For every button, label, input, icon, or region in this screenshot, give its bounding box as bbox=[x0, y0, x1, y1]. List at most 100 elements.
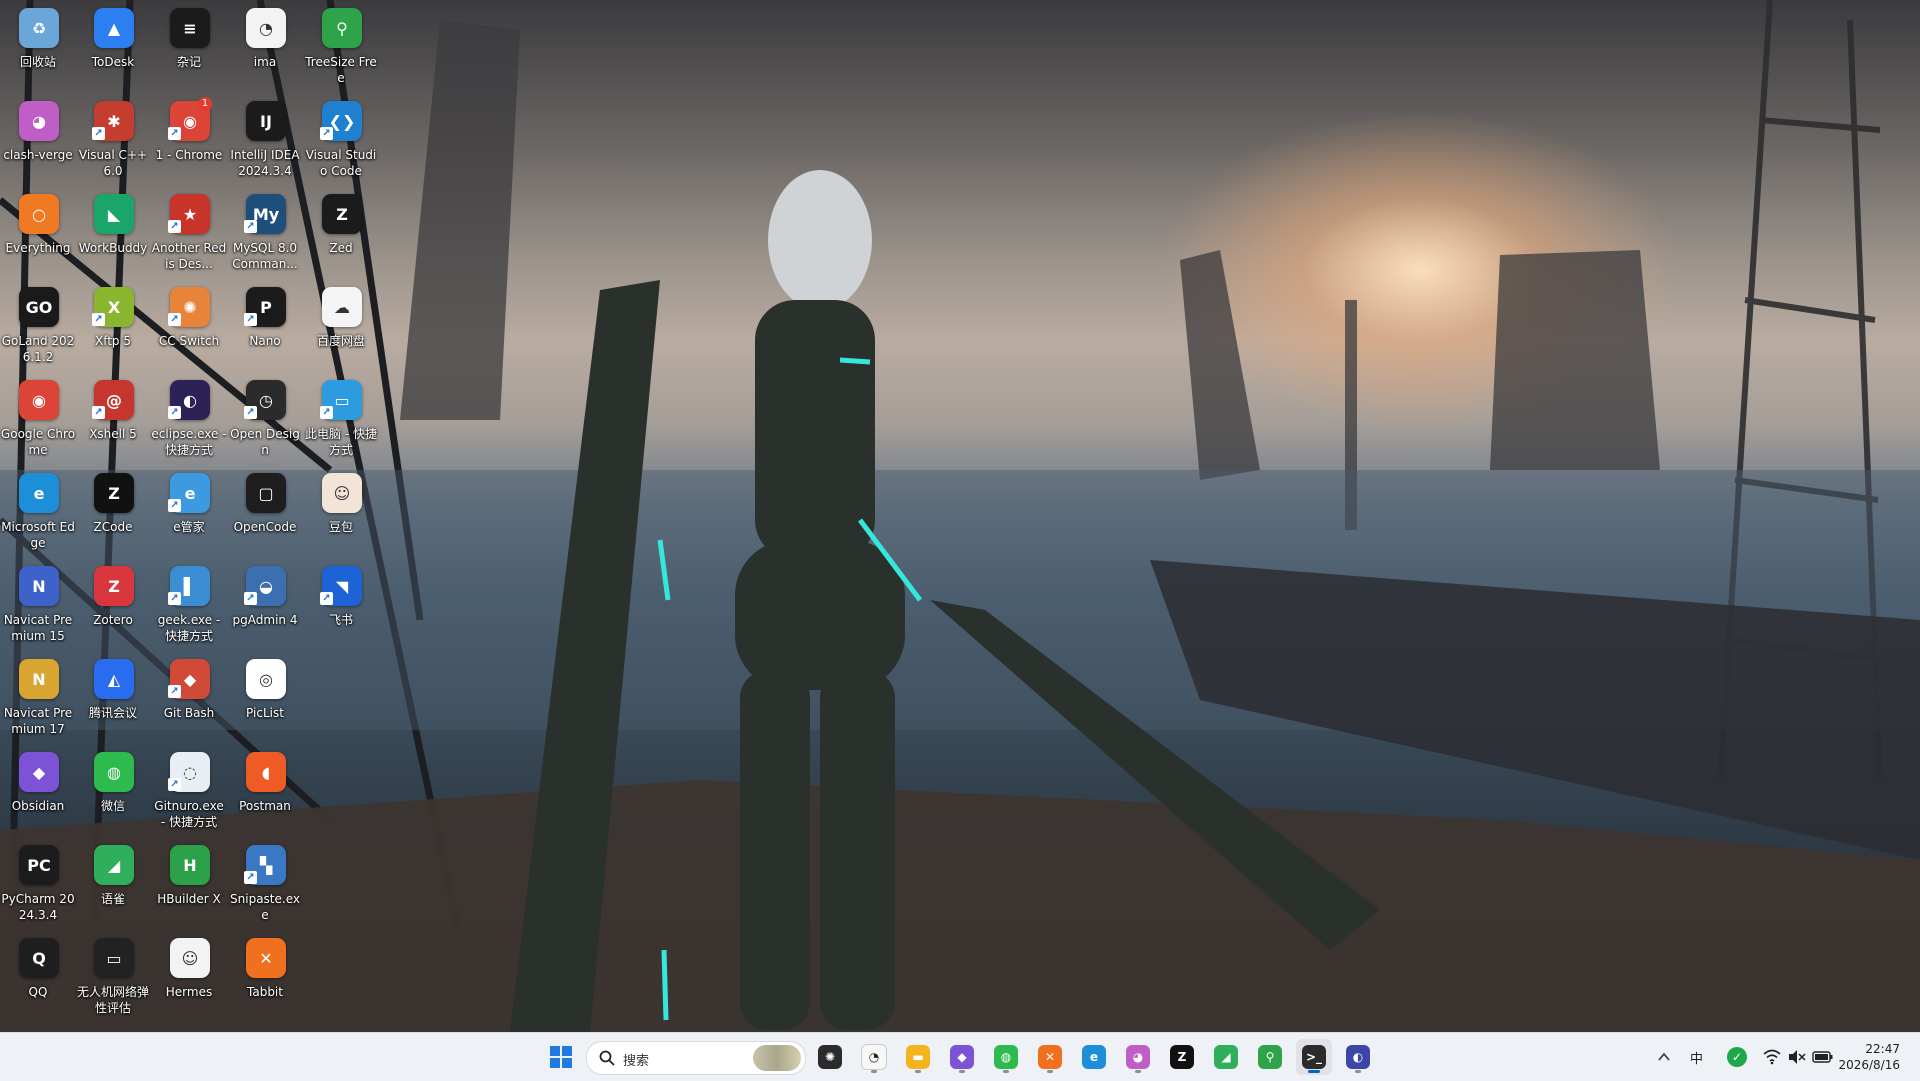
active-indicator bbox=[1308, 1070, 1320, 1073]
desktop-icon[interactable]: GO GoLand 2026.1.2 bbox=[0, 283, 76, 373]
taskbar-app-obsidian[interactable]: ◆ bbox=[944, 1039, 980, 1075]
running-indicator bbox=[1355, 1070, 1361, 1073]
taskbar-app-wechat[interactable]: ◍ bbox=[988, 1039, 1024, 1075]
desktop-icon[interactable]: My ↗ MySQL 8.0 Comman... bbox=[227, 190, 303, 280]
desktop-icon[interactable]: ▢ OpenCode bbox=[227, 469, 303, 559]
desktop-icon[interactable]: ★ ↗ Another Redis Des... bbox=[151, 190, 227, 280]
taskbar-app-ima[interactable]: ◔ bbox=[856, 1039, 892, 1075]
desktop-icon[interactable]: ◍ 微信 bbox=[75, 748, 151, 838]
desktop-icon[interactable]: ○ Everything bbox=[0, 190, 76, 280]
shortcut-arrow-icon: ↗ bbox=[244, 592, 257, 605]
desktop-icon[interactable]: ❮❯ ↗ Visual Studio Code bbox=[303, 97, 379, 187]
desktop-icon[interactable]: IJ IntelliJ IDEA 2024.3.4 bbox=[227, 97, 303, 187]
taskbar-search-box[interactable]: 搜索 bbox=[586, 1041, 806, 1075]
desktop-icon[interactable]: ◭ 腾讯会议 bbox=[75, 655, 151, 745]
taskbar-app-chatgpt[interactable]: ✺ bbox=[812, 1039, 848, 1075]
hermes-icon: ☺ bbox=[170, 938, 210, 978]
desktop-icon[interactable]: H HBuilder X bbox=[151, 841, 227, 931]
chrome-icon: ◉ bbox=[19, 380, 59, 420]
desktop-icon[interactable]: ▭ 无人机网络弹性评估 bbox=[75, 934, 151, 1024]
desktop-icon[interactable]: PC PyCharm 2024.3.4 bbox=[0, 841, 76, 931]
search-placeholder: 搜索 bbox=[623, 1054, 650, 1069]
desktop-icon[interactable]: ✺ ↗ CC Switch bbox=[151, 283, 227, 373]
taskbar-app-edge[interactable]: e bbox=[1076, 1039, 1112, 1075]
desktop-icon[interactable]: ▌ ↗ geek.exe - 快捷方式 bbox=[151, 562, 227, 652]
ime-indicator[interactable]: 中 bbox=[1690, 1048, 1703, 1067]
desktop-icon[interactable]: ◐ ↗ eclipse.exe - 快捷方式 bbox=[151, 376, 227, 466]
start-button[interactable] bbox=[543, 1039, 579, 1075]
panda-icon: ◔ bbox=[861, 1044, 887, 1070]
desktop-icon[interactable]: N Navicat Premium 17 bbox=[0, 655, 76, 745]
taskbar-app-snipping[interactable]: ◐ bbox=[1340, 1039, 1376, 1075]
desktop-icon[interactable]: ♻ 回收站 bbox=[0, 4, 76, 94]
desktop-icon[interactable]: P ↗ Nano bbox=[227, 283, 303, 373]
taskbar: 搜索 ✺ ◔ ▬ ◆ ◍ ✕ e ◕ Z ◢ ⚲ >_ ◐ 中 ✓ 22:47 2026/8/16 bbox=[0, 1032, 1920, 1081]
desktop-icon[interactable]: ◌ ↗ Gitnuro.exe - 快捷方式 bbox=[151, 748, 227, 838]
recycle-bin-icon: ♻ bbox=[19, 8, 59, 48]
tray-app-icon[interactable]: ✓ bbox=[1727, 1047, 1747, 1067]
desktop-icon[interactable]: ☁ 百度网盘 bbox=[303, 283, 379, 373]
desktop-icon-label: 回收站 bbox=[19, 55, 56, 69]
desktop-icon[interactable]: ◕ clash-verge bbox=[0, 97, 76, 187]
shortcut-arrow-icon: ↗ bbox=[244, 220, 257, 233]
desktop-icon[interactable]: ▲ ToDesk bbox=[75, 4, 151, 94]
desktop-icon[interactable]: ◎ PicList bbox=[227, 655, 303, 745]
desktop-icon[interactable]: ◖ Postman bbox=[227, 748, 303, 838]
desktop-icon[interactable]: ▭ ↗ 此电脑 - 快捷方式 bbox=[303, 376, 379, 466]
desktop-icon[interactable]: ◷ ↗ Open Design bbox=[227, 376, 303, 466]
desktop-icon-label: 飞书 bbox=[328, 613, 353, 627]
desktop-icon[interactable]: e ↗ e管家 bbox=[151, 469, 227, 559]
wifi-icon[interactable] bbox=[1763, 1049, 1781, 1065]
taskbar-app-zcode[interactable]: Z bbox=[1164, 1039, 1200, 1075]
taskbar-app-yuque[interactable]: ◢ bbox=[1208, 1039, 1244, 1075]
desktop-icon[interactable]: ▚ ↗ Snipaste.exe bbox=[227, 841, 303, 931]
desktop-icon-label: ima bbox=[253, 55, 277, 69]
navicat-17-icon: N bbox=[19, 659, 59, 699]
desktop-icon[interactable]: ◒ ↗ pgAdmin 4 bbox=[227, 562, 303, 652]
desktop-icon[interactable]: Z ZCode bbox=[75, 469, 151, 559]
taskbar-clock[interactable]: 22:47 2026/8/16 bbox=[1838, 1041, 1900, 1073]
opencode-icon: ▢ bbox=[246, 473, 286, 513]
desktop-icon[interactable]: @ ↗ Xshell 5 bbox=[75, 376, 151, 466]
desktop-icon[interactable]: ◆ ↗ Git Bash bbox=[151, 655, 227, 745]
desktop-icon[interactable]: ✱ ↗ Visual C++ 6.0 bbox=[75, 97, 151, 187]
desktop-icon-label: Snipaste.exe bbox=[230, 892, 300, 922]
desktop-icon[interactable]: Q QQ bbox=[0, 934, 76, 1024]
desktop-icon[interactable]: ◉ Google Chrome bbox=[0, 376, 76, 466]
desktop-icon[interactable]: ◢ 语雀 bbox=[75, 841, 151, 931]
zed-icon: Z bbox=[322, 194, 362, 234]
desktop-icon[interactable]: ≡ 杂记 bbox=[151, 4, 227, 94]
desktop-icon-label: eclipse.exe - 快捷方式 bbox=[151, 427, 227, 457]
desktop-icon[interactable]: ◆ Obsidian bbox=[0, 748, 76, 838]
desktop-icon[interactable]: Z Zed bbox=[303, 190, 379, 280]
desktop-icon[interactable]: ◣ WorkBuddy bbox=[75, 190, 151, 280]
taskbar-app-terminal[interactable]: >_ bbox=[1296, 1039, 1332, 1075]
desktop-icon[interactable]: ◔ ima bbox=[227, 4, 303, 94]
desktop-icon-label: Visual Studio Code bbox=[305, 148, 377, 178]
taskbar-app-tabbit[interactable]: ✕ bbox=[1032, 1039, 1068, 1075]
desktop-icon-label: 微信 bbox=[100, 799, 125, 813]
desktop-icon[interactable]: Z Zotero bbox=[75, 562, 151, 652]
volume-muted-icon[interactable] bbox=[1788, 1049, 1806, 1065]
desktop-icon[interactable]: ✕ Tabbit bbox=[227, 934, 303, 1024]
desktop-icon[interactable]: N Navicat Premium 15 bbox=[0, 562, 76, 652]
desktop-icon[interactable]: ⚲ TreeSize Free bbox=[303, 4, 379, 94]
desktop-icon-label: pgAdmin 4 bbox=[232, 613, 298, 627]
desktop-icon-label: ToDesk bbox=[91, 55, 135, 69]
desktop-icon[interactable]: ◥ ↗ 飞书 bbox=[303, 562, 379, 652]
battery-icon[interactable] bbox=[1812, 1050, 1834, 1064]
desktop-icon-label: Postman bbox=[239, 799, 291, 813]
desktop-icon[interactable]: ☺ 豆包 bbox=[303, 469, 379, 559]
desktop-icon-label: Hermes bbox=[165, 985, 213, 999]
desktop-icon[interactable]: ☺ Hermes bbox=[151, 934, 227, 1024]
taskbar-app-clash-verge[interactable]: ◕ bbox=[1120, 1039, 1156, 1075]
desktop-icon[interactable]: X ↗ Xftp 5 bbox=[75, 283, 151, 373]
taskbar-app-file-explorer[interactable]: ▬ bbox=[900, 1039, 936, 1075]
taskbar-app-treesize[interactable]: ⚲ bbox=[1252, 1039, 1288, 1075]
desktop-icon[interactable]: ◉ 1 ↗ 1 - Chrome bbox=[151, 97, 227, 187]
shortcut-arrow-icon: ↗ bbox=[168, 313, 181, 326]
running-indicator bbox=[959, 1070, 965, 1073]
yuque-icon: ◢ bbox=[94, 845, 134, 885]
desktop-icon[interactable]: e Microsoft Edge bbox=[0, 469, 76, 559]
chevron-up-icon[interactable] bbox=[1657, 1051, 1671, 1063]
